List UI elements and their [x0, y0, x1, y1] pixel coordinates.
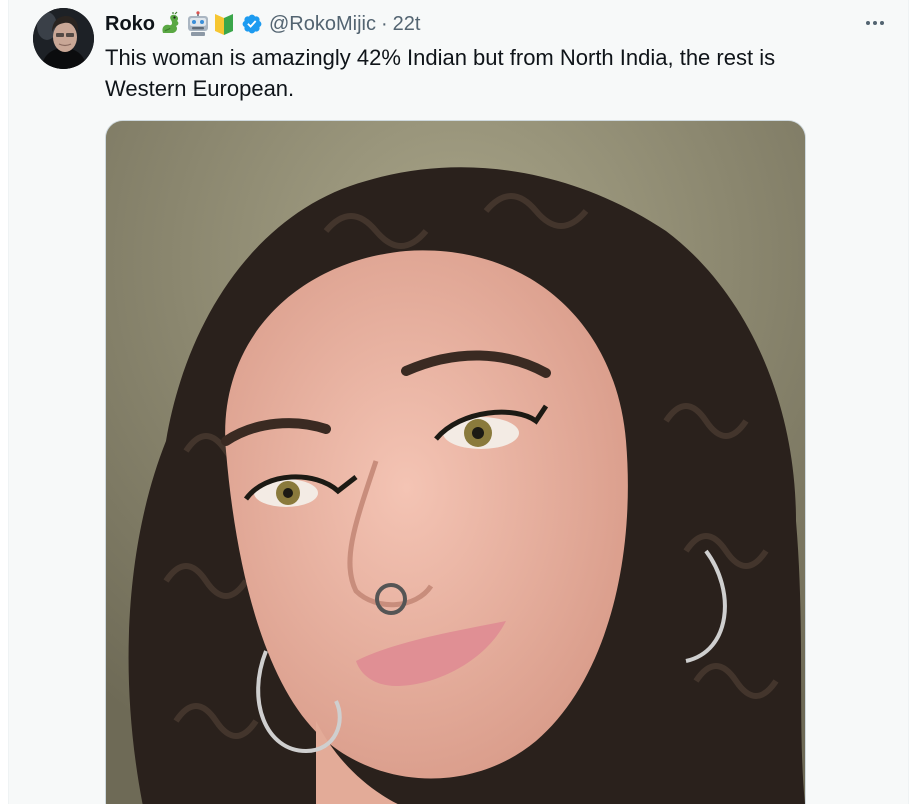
beginner-emoji-icon [213, 12, 235, 36]
tweet-text: This woman is amazingly 42% Indian but f… [105, 45, 776, 101]
tweet-header: Roko @RokoMijic · 22t [105, 10, 420, 38]
more-horizontal-icon [866, 21, 884, 25]
separator-dot: · [380, 12, 388, 35]
tweet-photo[interactable] [105, 120, 806, 804]
avatar[interactable] [33, 8, 94, 69]
robot-emoji-icon [185, 11, 211, 37]
display-name[interactable]: Roko [105, 13, 155, 36]
more-options-button[interactable] [858, 10, 892, 36]
dragon-emoji-icon [157, 11, 183, 37]
verified-badge-icon [241, 13, 263, 35]
user-handle[interactable]: @RokoMijic [269, 13, 376, 36]
portrait-photo [106, 121, 805, 804]
tweet-card[interactable]: Roko @RokoMijic · 22t This woman is amaz… [8, 0, 909, 804]
avatar-image [33, 8, 94, 69]
tweet-timestamp[interactable]: 22t [393, 13, 421, 36]
